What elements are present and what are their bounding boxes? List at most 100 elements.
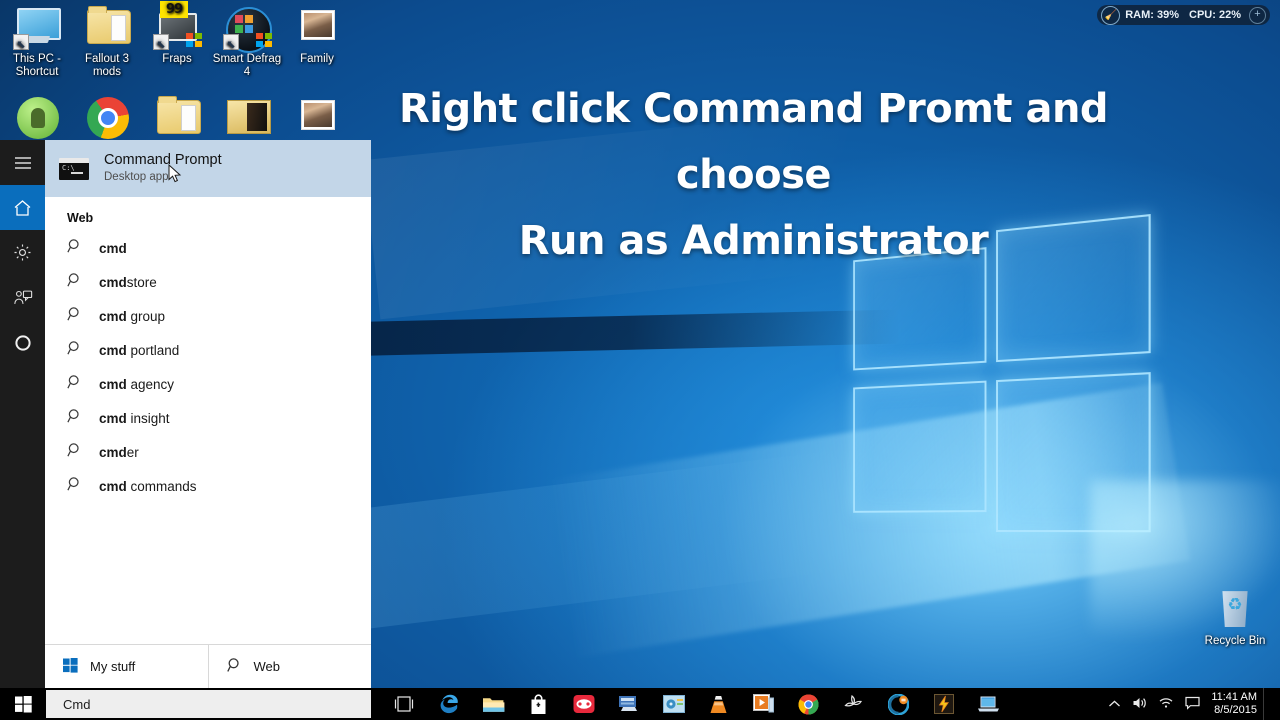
desktop-icon-label: Fraps	[162, 53, 192, 65]
media-app-icon[interactable]	[651, 688, 696, 720]
instruction-line-1: Right click Command Promt and	[398, 86, 1109, 132]
volume-icon[interactable]	[1127, 696, 1153, 713]
photo-icon	[293, 96, 341, 140]
system-monitor-widget[interactable]: 🧹 RAM: 39% CPU: 22% +	[1097, 5, 1270, 25]
tab-label: Web	[253, 659, 281, 674]
smart-defrag-icon	[223, 6, 273, 53]
feedback-icon[interactable]	[0, 275, 45, 320]
folder-icon	[153, 96, 201, 140]
folder-dark-icon	[223, 96, 271, 140]
taskbar-search-input[interactable]: Cmd	[46, 690, 371, 718]
instruction-line-2: choose	[675, 152, 832, 198]
fan-icon[interactable]	[831, 688, 876, 720]
edge-icon[interactable]	[426, 688, 471, 720]
photo-icon	[293, 6, 341, 50]
web-suggestion-label: cmd portland	[99, 342, 180, 358]
search-icon	[67, 408, 87, 429]
desktop-icon-folder-2[interactable]	[140, 96, 214, 143]
home-icon[interactable]	[0, 185, 45, 230]
web-section-header: Web	[67, 211, 94, 225]
command-prompt-icon: C:\	[59, 157, 89, 180]
tab-my-stuff[interactable]: My stuff	[45, 645, 208, 688]
panel-empty-space	[45, 503, 371, 644]
store-icon[interactable]	[516, 688, 561, 720]
search-icon	[67, 238, 87, 259]
taskbar-clock[interactable]: 11:41 AM 8/5/2015	[1211, 691, 1257, 717]
tab-web[interactable]: Web	[207, 645, 372, 688]
web-suggestion-label: cmder	[99, 444, 139, 460]
cpu-usage-label: CPU: 22%	[1189, 9, 1241, 21]
top-result-command-prompt[interactable]: C:\ Command Prompt Desktop app	[45, 140, 371, 197]
desktop-icon-label: Fallout 3 mods	[84, 53, 130, 78]
web-suggestion-item[interactable]: cmd	[45, 231, 371, 265]
recycle-bin-icon	[1211, 588, 1259, 632]
cortana-circle-icon[interactable]	[0, 320, 45, 365]
instruction-overlay: Right click Command Promt and choose Run…	[371, 76, 1136, 274]
lightning-app-icon[interactable]	[921, 688, 966, 720]
vlc-icon[interactable]	[696, 688, 741, 720]
windows-media-player-icon[interactable]	[741, 688, 786, 720]
task-view-icon[interactable]	[381, 688, 426, 720]
desktop-icon-this-pc[interactable]: This PC - Shortcut	[0, 6, 74, 79]
ram-usage-label: RAM: 39%	[1125, 9, 1180, 21]
folder-icon	[83, 6, 131, 50]
wallpaper-pane	[853, 380, 987, 513]
desktop-icon-recycle-bin[interactable]: Recycle Bin	[1198, 588, 1272, 648]
panel-tab-bar: My stuff Web	[45, 644, 371, 688]
clock-time: 11:41 AM	[1211, 691, 1257, 703]
fraps-badge: 99	[160, 1, 188, 18]
fraps-icon: 99	[153, 1, 202, 50]
game-app-icon[interactable]	[561, 688, 606, 720]
desktop-icon-label: Family	[300, 53, 334, 65]
web-suggestion-label: cmd commands	[99, 478, 197, 494]
top-result-subtitle: Desktop app	[104, 171, 169, 183]
desktop-icon-family[interactable]: Family	[280, 6, 354, 66]
web-suggestion-item[interactable]: cmd agency	[45, 367, 371, 401]
desktop-icon-photo-2[interactable]	[280, 96, 354, 143]
desktop-icon-fallout-3-mods[interactable]: Fallout 3 mods	[70, 6, 144, 79]
chrome-icon[interactable]	[786, 688, 831, 720]
windows-flag-icon	[256, 33, 273, 48]
web-suggestion-item[interactable]: cmd group	[45, 299, 371, 333]
instruction-line-3: Run as Administrator	[518, 218, 989, 264]
file-explorer-icon[interactable]	[471, 688, 516, 720]
search-icon	[67, 476, 87, 497]
desktop-icon-chrome[interactable]	[70, 96, 144, 143]
web-suggestion-label: cmd insight	[99, 410, 170, 426]
laptop-app-icon[interactable]	[966, 688, 1011, 720]
web-suggestion-item[interactable]: cmder	[45, 435, 371, 469]
search-icon	[67, 340, 87, 361]
web-suggestions-list: cmd cmdstore cmd group cmd portland cmd agen…	[45, 231, 371, 503]
wifi-icon[interactable]	[1153, 696, 1179, 712]
web-suggestion-label: cmdstore	[99, 274, 157, 290]
ccleaner-icon[interactable]	[876, 688, 921, 720]
search-icon	[67, 442, 87, 463]
web-suggestion-label: cmd group	[99, 308, 166, 324]
windows-logo-icon	[63, 657, 81, 676]
search-icon	[67, 306, 87, 327]
web-suggestion-item[interactable]: cmd portland	[45, 333, 371, 367]
add-monitor-button[interactable]: +	[1249, 6, 1266, 24]
start-button[interactable]	[0, 688, 46, 720]
search-icon	[226, 657, 245, 676]
desktop-icon-folder-dark[interactable]	[210, 96, 284, 143]
web-suggestion-item[interactable]: cmd insight	[45, 401, 371, 435]
web-suggestion-label: cmd	[99, 240, 127, 256]
android-studio-icon	[13, 96, 61, 140]
hamburger-icon[interactable]	[0, 140, 45, 185]
action-center-icon[interactable]	[1179, 696, 1205, 713]
desktop-icon-smart-defrag[interactable]: Smart Defrag 4	[210, 6, 284, 79]
taskbar: Cmd 11:41 AM 8/5/2015	[0, 688, 1280, 720]
cortana-nav-rail	[0, 140, 45, 688]
mouse-cursor	[168, 164, 182, 183]
taskbar-app-list	[381, 688, 1011, 720]
cortana-search-panel: C:\ Command Prompt Desktop app Web cmd cm…	[0, 140, 371, 688]
gear-icon[interactable]	[0, 230, 45, 275]
show-hidden-icons-icon[interactable]	[1101, 697, 1127, 712]
desktop-icon-fraps[interactable]: 99 Fraps	[140, 1, 214, 66]
web-suggestion-item[interactable]: cmdstore	[45, 265, 371, 299]
fraps-taskbar-icon[interactable]	[606, 688, 651, 720]
web-suggestion-item[interactable]: cmd commands	[45, 469, 371, 503]
desktop-icon-android-studio[interactable]	[0, 96, 74, 143]
show-desktop-button[interactable]	[1263, 688, 1272, 720]
